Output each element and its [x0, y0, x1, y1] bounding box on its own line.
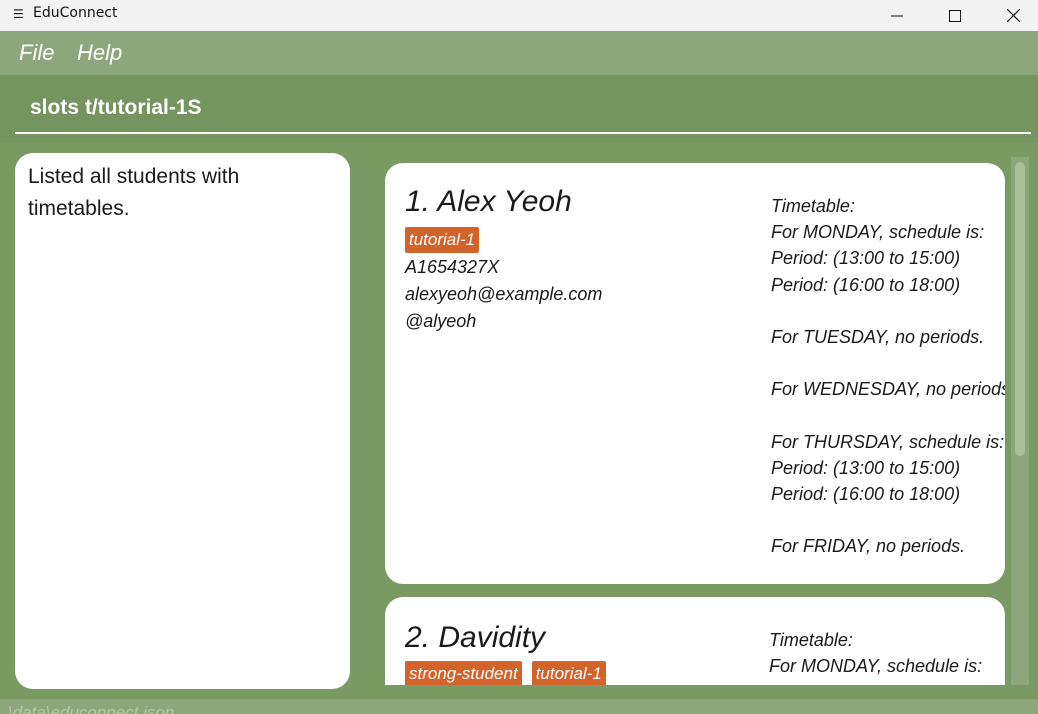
tag: tutorial-1	[531, 661, 606, 685]
minimize-icon	[891, 15, 903, 16]
student-name: 1. Alex Yeoh	[405, 185, 572, 218]
timetable-line	[771, 507, 1005, 533]
tag: strong-student	[405, 661, 522, 685]
student-card[interactable]: 2. Davidity strong-student tutorial-1 Ti…	[385, 597, 1005, 685]
timetable: Timetable: For MONDAY, schedule is: Peri…	[771, 193, 1005, 560]
maximize-button[interactable]	[932, 0, 978, 31]
timetable-line: Period: (16:00 to 18:00)	[771, 274, 961, 295]
result-display: Listed all students with timetables.	[15, 153, 350, 689]
title-bar: ☰ EduConnect	[0, 0, 1038, 31]
menu-help[interactable]: Help	[77, 40, 122, 66]
student-email: alexyeoh@example.com	[405, 284, 603, 304]
student-card[interactable]: 1. Alex Yeoh tutorial-1 A1654327X alexye…	[385, 163, 1005, 584]
timetable-line: For MONDAY, schedule is:	[771, 222, 985, 243]
app-icon: ☰	[13, 7, 24, 21]
minimize-button[interactable]	[874, 0, 920, 31]
timetable-line: For THURSDAY, schedule is:	[771, 431, 1005, 452]
timetable-line: Period: (16:00 to 18:00)	[771, 484, 961, 505]
timetable-line	[771, 403, 1005, 429]
tag-list: tutorial-1	[405, 227, 480, 253]
timetable-line: For WEDNESDAY, no periods.	[771, 379, 1005, 400]
timetable-line: For TUESDAY, no periods.	[771, 326, 985, 347]
student-name: 2. Davidity	[405, 621, 546, 654]
timetable-line: Period: (13:00 to 15:00)	[771, 457, 961, 478]
scrollbar[interactable]	[1011, 157, 1029, 685]
timetable-line: Period: (13:00 to 15:00)	[771, 248, 961, 269]
maximize-icon	[949, 9, 961, 22]
tag-list: strong-student tutorial-1	[405, 661, 606, 685]
command-box[interactable]: slots t/tutorial-1S	[0, 75, 1038, 142]
close-icon	[1006, 9, 1020, 22]
command-underline	[15, 132, 1031, 134]
close-button[interactable]	[990, 0, 1036, 31]
timetable-line: Timetable:	[771, 196, 855, 216]
tag: tutorial-1	[405, 227, 480, 253]
status-file-path: \data\educonnect.json	[8, 703, 175, 714]
window-title: EduConnect	[33, 5, 118, 21]
timetable: Timetable: For MONDAY, schedule is:	[769, 627, 982, 679]
timetable-line	[771, 298, 1005, 324]
status-bar: \data\educonnect.json	[0, 699, 1038, 714]
result-text: Listed all students with timetables.	[28, 165, 240, 220]
timetable-line: For FRIDAY, no periods.	[771, 536, 966, 557]
timetable-line	[771, 350, 1005, 376]
menu-file[interactable]: File	[19, 40, 54, 66]
command-input[interactable]: slots t/tutorial-1S	[30, 96, 202, 120]
timetable-line: Timetable:	[769, 630, 853, 650]
student-id: A1654327X	[405, 257, 500, 277]
student-list[interactable]: 1. Alex Yeoh tutorial-1 A1654327X alexye…	[370, 153, 1032, 685]
scrollbar-thumb[interactable]	[1015, 162, 1025, 456]
timetable-line: For MONDAY, schedule is:	[769, 656, 983, 677]
student-telegram: @alyeoh	[405, 311, 477, 331]
menu-bar: File Help	[0, 31, 1038, 75]
